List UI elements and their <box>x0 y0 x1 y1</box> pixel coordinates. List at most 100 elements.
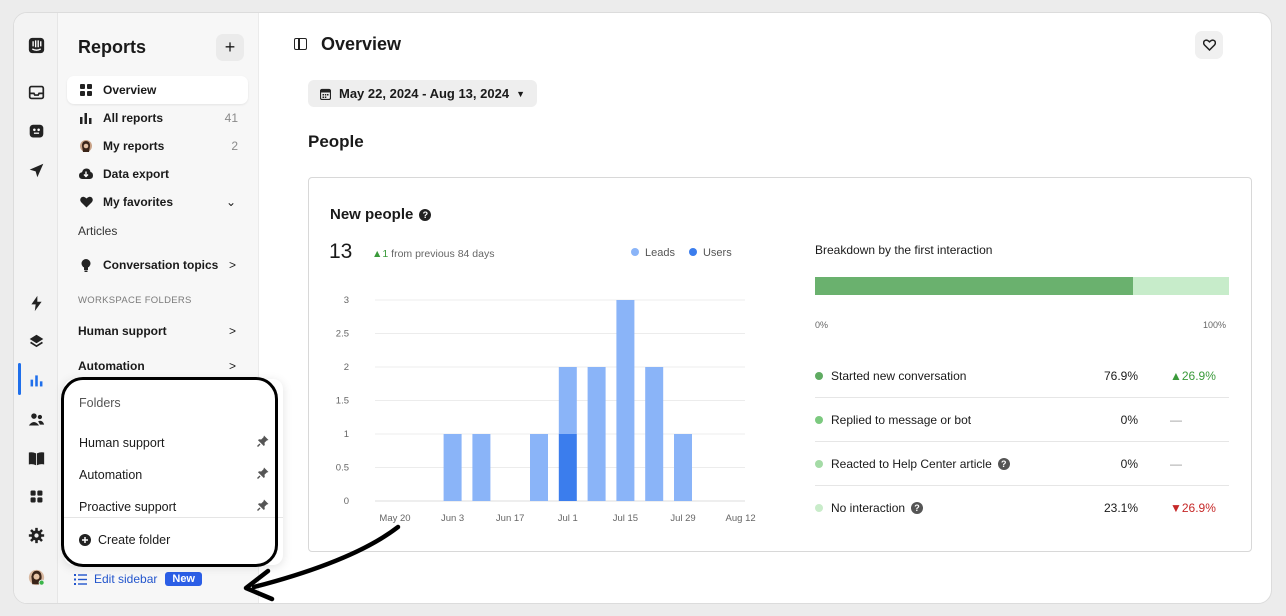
status-dot <box>815 415 823 424</box>
heart-icon <box>79 195 93 209</box>
breakdown-percent: 76.9% <box>1103 368 1138 383</box>
bar-leads[interactable] <box>558 367 577 434</box>
chart-legend: Leads Users <box>631 247 732 259</box>
send-icon[interactable] <box>24 158 48 182</box>
breakdown-bar-fill <box>815 277 1134 295</box>
create-folder-button[interactable]: Create folder <box>79 533 170 547</box>
x-tick-label: May 20 <box>379 513 410 524</box>
bar-leads[interactable] <box>616 300 635 501</box>
chevron-right-icon[interactable]: > <box>229 359 236 373</box>
app-window: Reports + Overview All reports 41 My rep… <box>13 12 1272 604</box>
settings-gear-icon[interactable] <box>24 523 48 547</box>
help-icon[interactable]: ? <box>419 208 432 221</box>
bot-icon[interactable] <box>24 119 48 143</box>
y-tick-label: 2.5 <box>336 329 349 340</box>
folder-label: Human support <box>79 435 165 450</box>
legend-label: Users <box>702 247 732 259</box>
breakdown-row[interactable]: Started new conversation 76.9% ▲26.9% <box>815 354 1229 398</box>
breakdown-label: Started new conversation <box>831 368 967 383</box>
sidebar-item-label: All reports <box>103 111 164 125</box>
apps-grid-icon[interactable] <box>24 484 48 508</box>
bar-users[interactable] <box>558 434 577 501</box>
help-icon[interactable]: ? <box>997 457 1010 470</box>
cloud-download-icon <box>79 167 93 181</box>
x-tick-label: Jul 29 <box>670 513 695 524</box>
sidebar-folder-human-support[interactable]: Human support > <box>67 317 248 345</box>
intercom-logo-icon[interactable] <box>24 33 48 57</box>
chevron-right-icon[interactable]: > <box>229 258 236 272</box>
breakdown-change: ▼26.9% <box>1170 501 1216 515</box>
favorites-articles-item[interactable]: Articles <box>78 224 117 238</box>
folders-popover: Folders Human support Automation Proacti… <box>64 379 283 565</box>
knowledge-book-icon[interactable] <box>24 446 48 470</box>
sidebar-item-all-reports[interactable]: All reports 41 <box>67 104 248 132</box>
lightning-icon[interactable] <box>24 291 48 315</box>
edit-sidebar-link[interactable]: Edit sidebar New <box>74 572 202 586</box>
status-dot <box>815 459 823 468</box>
user-avatar-icon[interactable] <box>24 565 48 589</box>
pin-icon[interactable] <box>257 467 269 482</box>
reports-icon[interactable] <box>24 368 48 392</box>
bar-leads[interactable] <box>530 434 548 501</box>
y-tick-label: 1 <box>344 429 349 440</box>
bar-leads[interactable] <box>645 367 664 501</box>
bar-leads[interactable] <box>587 367 606 501</box>
legend-users[interactable]: Users <box>688 247 732 259</box>
inbox-icon[interactable] <box>24 80 48 104</box>
breakdown-change: — <box>1170 412 1182 427</box>
pin-icon[interactable] <box>257 499 269 514</box>
y-tick-label: 0.5 <box>336 463 349 474</box>
caret-down-icon: ▼ <box>516 88 525 99</box>
avatar-icon <box>79 139 93 153</box>
sidebar-item-my-favorites[interactable]: My favorites ⌄ <box>67 188 248 216</box>
breakdown-percent: 0% <box>1120 412 1138 427</box>
status-dot <box>815 504 823 512</box>
sidebar-item-conversation-topics[interactable]: Conversation topics > <box>67 251 248 279</box>
bar-leads[interactable] <box>472 434 491 501</box>
bar-leads[interactable] <box>674 434 692 501</box>
sidebar-title: Reports <box>78 37 147 57</box>
y-tick-label: 3 <box>344 295 349 306</box>
popover-header: Folders <box>79 396 121 410</box>
add-report-button[interactable]: + <box>216 34 244 61</box>
contacts-icon[interactable] <box>24 407 48 431</box>
breakdown-percent: 0% <box>1120 456 1138 471</box>
new-badge: New <box>165 572 202 586</box>
popover-folder-item[interactable]: Human support <box>79 435 269 450</box>
list-icon <box>74 573 87 585</box>
sidebar-item-my-reports[interactable]: My reports 2 <box>67 132 248 160</box>
y-tick-label: 1.5 <box>336 396 349 407</box>
bar-leads[interactable] <box>443 434 462 501</box>
new-people-bar-chart: 0 0.5 1 1.5 2 2.5 3 May 20 Jun 3 Jun 17 Jul 1 Jul 1… <box>336 295 756 524</box>
favorite-button[interactable] <box>1195 31 1223 59</box>
sidebar-item-label: Data export <box>103 167 170 181</box>
lightbulb-icon <box>79 258 93 272</box>
status-dot <box>815 371 823 380</box>
sidebar-item-overview[interactable]: Overview <box>67 76 248 104</box>
sidebar-item-label: My reports <box>103 139 165 153</box>
sidebar-item-label: My favorites <box>103 195 174 209</box>
date-range-picker[interactable]: May 22, 2024 - Aug 13, 2024 ▼ <box>308 80 537 107</box>
help-icon[interactable]: ? <box>911 502 924 514</box>
popover-folder-item[interactable]: Proactive support <box>79 499 269 514</box>
triangle-up-icon: ▲ <box>372 248 383 260</box>
layers-icon[interactable] <box>24 329 48 353</box>
breakdown-label: Reacted to Help Center article <box>831 456 992 471</box>
card-title: New people ? <box>330 206 432 223</box>
popover-folder-item[interactable]: Automation <box>79 467 269 482</box>
page-title: Overview <box>321 34 402 54</box>
sidebar-folder-automation[interactable]: Automation > <box>67 352 248 380</box>
breakdown-row[interactable]: Replied to message or bot 0% — <box>815 398 1229 442</box>
chevron-right-icon[interactable]: > <box>229 324 236 338</box>
legend-leads[interactable]: Leads <box>631 247 675 259</box>
breakdown-row[interactable]: No interaction? 23.1% ▼26.9% <box>815 486 1229 530</box>
breakdown-row[interactable]: Reacted to Help Center article? 0% — <box>815 442 1229 486</box>
x-tick-label: Aug 12 <box>726 513 756 524</box>
pin-icon[interactable] <box>257 435 269 450</box>
toggle-sidebar-icon[interactable] <box>294 38 307 50</box>
chevron-down-icon[interactable]: ⌄ <box>226 195 236 209</box>
report-count: 2 <box>231 139 238 153</box>
report-count: 41 <box>224 111 238 125</box>
legend-label: Leads <box>645 247 675 259</box>
sidebar-item-data-export[interactable]: Data export <box>67 160 248 188</box>
